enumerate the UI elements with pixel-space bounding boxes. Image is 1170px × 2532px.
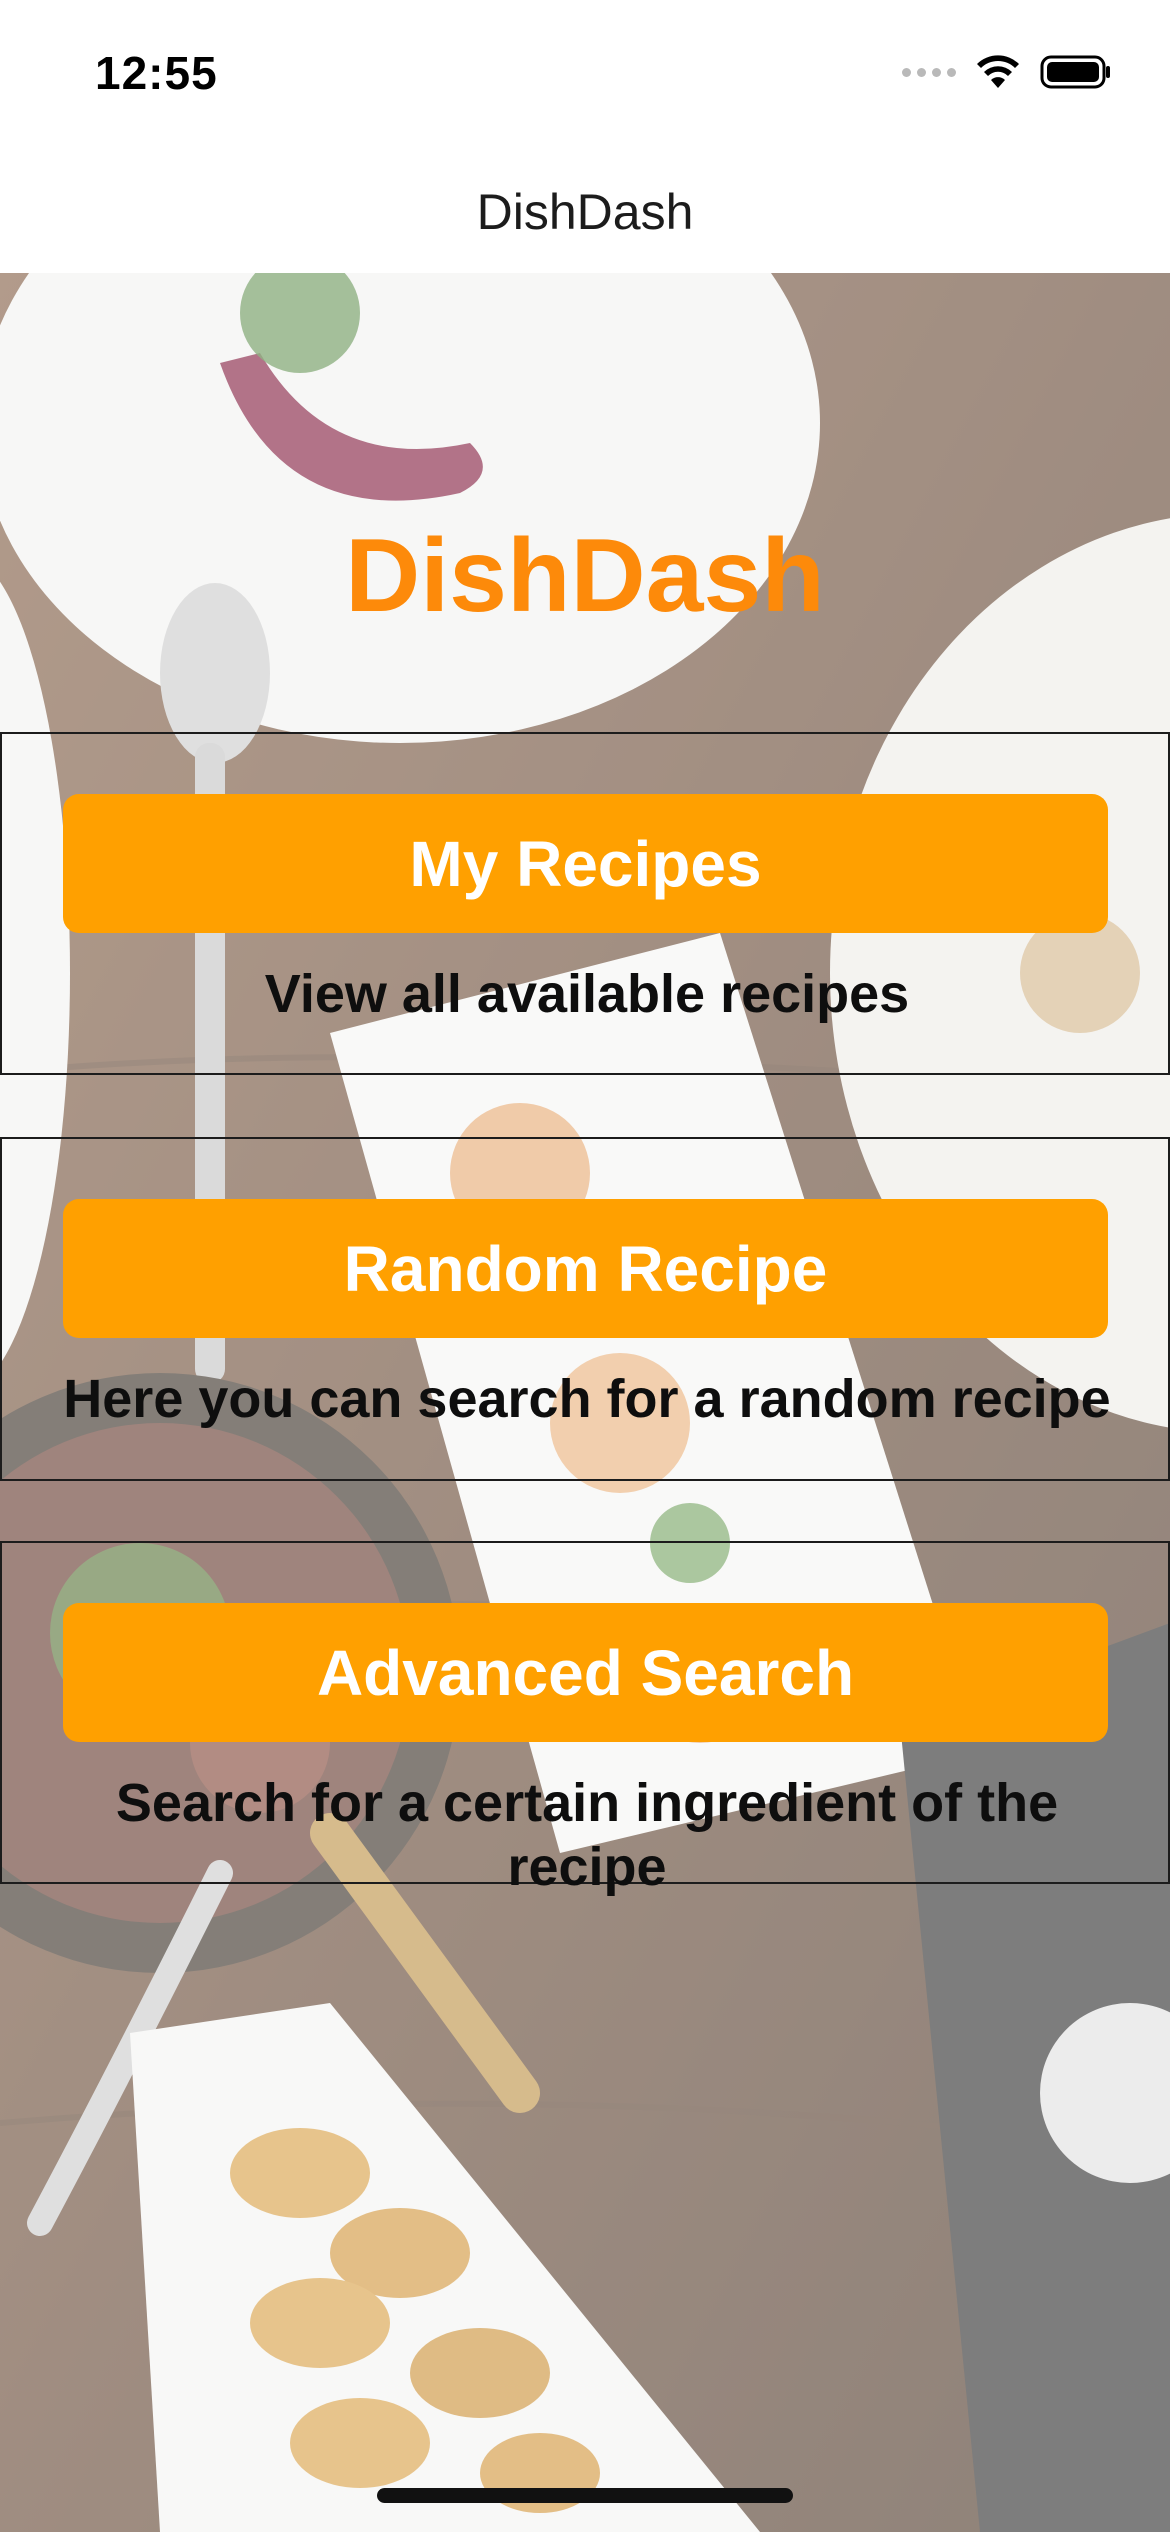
advanced-search-card: Advanced Search Search for a certain ing…	[0, 1541, 1170, 1897]
app-title: DishDash	[345, 518, 825, 634]
wifi-icon	[977, 55, 1019, 88]
advanced-search-description: Search for a certain ingredient of the r…	[115, 1773, 1059, 1897]
advanced-search-button[interactable]: Advanced Search	[63, 1603, 1108, 1742]
status-icons	[902, 52, 1112, 92]
random-recipe-card: Random Recipe Here you can search for a …	[0, 1137, 1170, 1481]
my-recipes-button[interactable]: My Recipes	[63, 794, 1108, 933]
random-recipe-description: Here you can search for a random recipe	[63, 1369, 1111, 1429]
home-indicator[interactable]	[377, 2488, 793, 2503]
status-time: 12:55	[95, 47, 218, 99]
battery-icon	[1040, 55, 1110, 89]
nav-title: DishDash	[476, 183, 694, 240]
home-screen: DishDash My Recipes View all available r…	[0, 273, 1170, 2532]
status-bar: 12:55	[0, 0, 1170, 150]
my-recipes-card: My Recipes View all available recipes	[0, 732, 1170, 1075]
navigation-bar: DishDash	[0, 150, 1170, 273]
my-recipes-description: View all available recipes	[264, 964, 910, 1024]
cellular-signal-icon	[902, 67, 956, 77]
random-recipe-button[interactable]: Random Recipe	[63, 1199, 1108, 1338]
